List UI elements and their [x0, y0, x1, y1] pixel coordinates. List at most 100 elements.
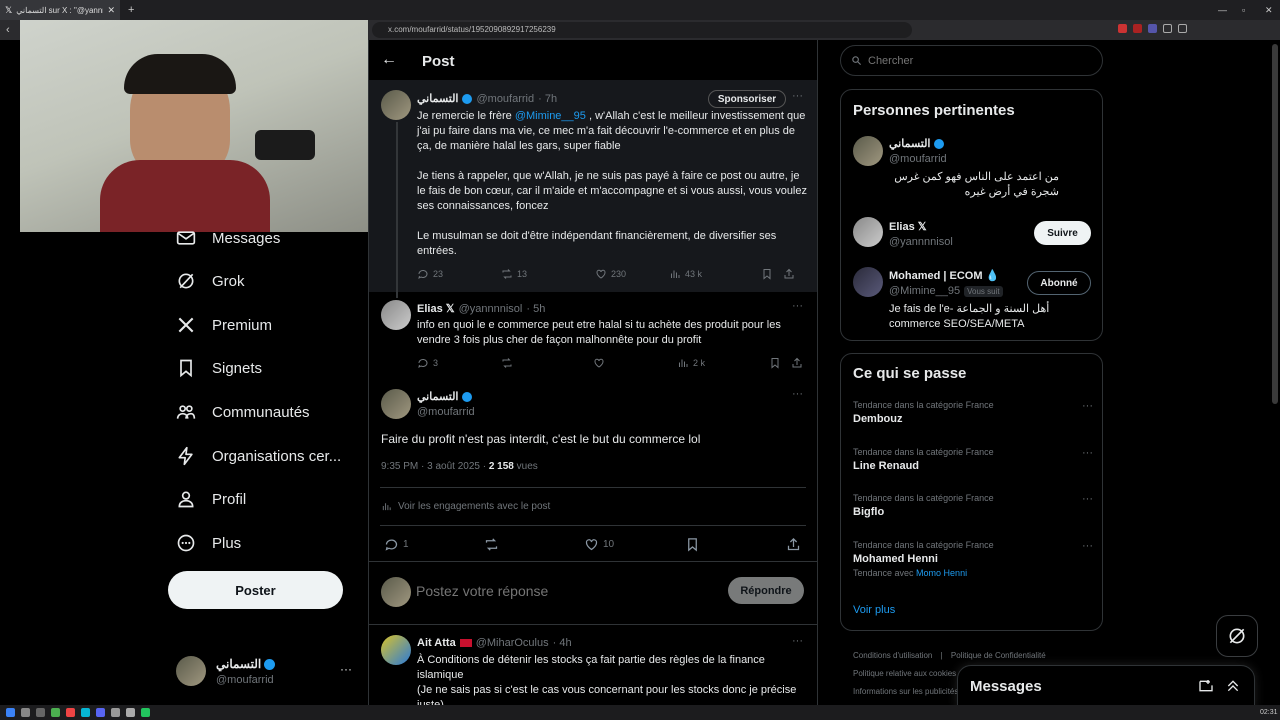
- more-icon[interactable]: ···: [1082, 493, 1093, 505]
- clock[interactable]: 02:31: [1260, 709, 1278, 716]
- nav-messages[interactable]: Messages: [176, 228, 280, 248]
- trend-item[interactable]: Tendance dans la catégorie France Bigflo…: [853, 493, 1093, 518]
- bookmark-button[interactable]: [769, 357, 791, 369]
- share-button[interactable]: [783, 268, 795, 280]
- nav-profile[interactable]: Profil: [176, 489, 246, 509]
- extension-icon[interactable]: [1118, 24, 1127, 33]
- nav-grok[interactable]: Grok: [176, 271, 245, 291]
- timestamp[interactable]: · 5h: [526, 303, 545, 315]
- trend-item[interactable]: Tendance dans la catégorie France Dembou…: [853, 400, 1093, 425]
- person-name[interactable]: Mohamed | ECOM 💧: [889, 269, 999, 282]
- app-icon[interactable]: [111, 708, 120, 717]
- author-name[interactable]: التسماني: [417, 92, 458, 105]
- avatar[interactable]: [853, 136, 883, 166]
- app-icon[interactable]: [96, 708, 105, 717]
- avatar[interactable]: [381, 635, 411, 665]
- person-name[interactable]: Elias 𝕏: [889, 220, 927, 233]
- post-button[interactable]: Poster: [168, 571, 343, 609]
- expand-icon[interactable]: [1225, 678, 1241, 694]
- nav-organizations[interactable]: Organisations cer...: [176, 446, 341, 466]
- avatar[interactable]: [381, 389, 411, 419]
- timestamp[interactable]: · 4h: [553, 637, 572, 649]
- scrollbar[interactable]: [1272, 44, 1278, 404]
- person-name[interactable]: التسماني: [889, 137, 930, 150]
- close-tab-icon[interactable]: ✕: [107, 5, 115, 16]
- post-time[interactable]: 9:35 PM · 3 août 2025 ·: [381, 461, 489, 472]
- extension-icon[interactable]: [1163, 24, 1172, 33]
- sponsor-button[interactable]: Sponsoriser: [708, 90, 786, 108]
- more-icon[interactable]: ···: [340, 662, 352, 676]
- browser-tab[interactable]: 𝕏 التسماني sur X : "@yannnnisol ... ✕: [0, 0, 120, 20]
- avatar[interactable]: [853, 217, 883, 247]
- app-icon[interactable]: [81, 708, 90, 717]
- reply-button[interactable]: 1: [384, 537, 484, 552]
- engagements-link[interactable]: Voir les engagements avec le post: [381, 501, 550, 512]
- views-button[interactable]: 43 k: [669, 268, 761, 280]
- more-icon[interactable]: ···: [792, 300, 803, 312]
- focus-author[interactable]: التسماني: [417, 390, 473, 403]
- following-button[interactable]: Abonné: [1027, 271, 1091, 295]
- share-button[interactable]: [786, 537, 801, 552]
- start-icon[interactable]: [6, 708, 15, 717]
- account-switcher[interactable]: التسماني @moufarrid ···: [176, 656, 356, 688]
- close-window-icon[interactable]: ✕: [1265, 5, 1273, 16]
- repost-button[interactable]: [484, 537, 584, 552]
- extension-icon[interactable]: [1148, 24, 1157, 33]
- url-field[interactable]: x.com/moufarrid/status/19520908929172562…: [372, 22, 912, 38]
- app-icon[interactable]: [51, 708, 60, 717]
- nav-bookmarks[interactable]: Signets: [176, 358, 262, 378]
- person-handle[interactable]: @moufarrid: [889, 153, 947, 165]
- bookmark-button[interactable]: [685, 537, 786, 552]
- tweet[interactable]: Elias 𝕏 @yannnnisol · 5h ··· info en quo…: [369, 292, 817, 376]
- avatar[interactable]: [381, 90, 411, 120]
- app-icon[interactable]: [126, 708, 135, 717]
- footer-link[interactable]: Politique de Confidentialité: [951, 651, 1046, 660]
- app-icon[interactable]: [66, 708, 75, 717]
- more-icon[interactable]: ···: [1082, 540, 1093, 552]
- follow-button[interactable]: Suivre: [1034, 221, 1091, 245]
- reply-submit-button[interactable]: Répondre: [728, 577, 804, 604]
- author-name[interactable]: Ait Atta: [417, 637, 456, 649]
- extension-icon[interactable]: [1178, 24, 1187, 33]
- search-icon[interactable]: [21, 708, 30, 717]
- footer-link[interactable]: Conditions d'utilisation: [853, 651, 932, 660]
- search-input[interactable]: [868, 54, 1068, 67]
- grok-floating-button[interactable]: [1216, 615, 1258, 657]
- repost-button[interactable]: 13: [501, 268, 585, 280]
- repost-button[interactable]: [501, 357, 593, 369]
- person-handle[interactable]: @Mimine__95: [889, 285, 960, 297]
- more-icon[interactable]: ···: [792, 90, 803, 102]
- avatar[interactable]: [381, 300, 411, 330]
- nav-more[interactable]: Plus: [176, 533, 241, 553]
- author-handle[interactable]: @yannnnisol: [459, 303, 523, 315]
- like-button[interactable]: [593, 357, 677, 369]
- like-button[interactable]: 230: [585, 268, 669, 280]
- extension-icon[interactable]: [1133, 24, 1142, 33]
- more-icon[interactable]: ···: [792, 388, 803, 400]
- footer-link[interactable]: Politique relative aux cookies: [853, 669, 956, 678]
- trend-item[interactable]: Tendance dans la catégorie France Mohame…: [853, 540, 1093, 578]
- show-more-link[interactable]: Voir plus: [853, 604, 895, 616]
- share-button[interactable]: [791, 357, 803, 369]
- reply-button[interactable]: 3: [417, 357, 501, 369]
- new-tab-icon[interactable]: +: [128, 4, 134, 16]
- footer-link[interactable]: Informations sur les publicités: [853, 687, 958, 696]
- tweet[interactable]: Ait Atta @MiharOculus · 4h ··· À Conditi…: [369, 625, 817, 705]
- timestamp[interactable]: · 7h: [538, 93, 557, 105]
- messages-drawer[interactable]: Messages: [957, 665, 1255, 710]
- search-box[interactable]: [840, 45, 1103, 76]
- tweet[interactable]: التسماني @moufarrid · 7h Sponsoriser ···…: [369, 80, 817, 292]
- author-handle[interactable]: @moufarrid: [476, 93, 534, 105]
- minimize-icon[interactable]: —: [1218, 5, 1227, 15]
- reply-input[interactable]: [416, 580, 716, 602]
- more-icon[interactable]: ···: [792, 635, 803, 647]
- reply-button[interactable]: 23: [417, 268, 501, 280]
- author-handle[interactable]: @MiharOculus: [476, 637, 549, 649]
- author-name[interactable]: التسماني: [417, 390, 458, 403]
- trend-link[interactable]: Momo Henni: [916, 568, 967, 578]
- mention-link[interactable]: @Mimine__95: [515, 110, 586, 122]
- back-arrow-icon[interactable]: ‹: [6, 24, 10, 36]
- bookmark-button[interactable]: [761, 268, 783, 280]
- author-name[interactable]: Elias 𝕏: [417, 302, 455, 315]
- avatar[interactable]: [853, 267, 883, 297]
